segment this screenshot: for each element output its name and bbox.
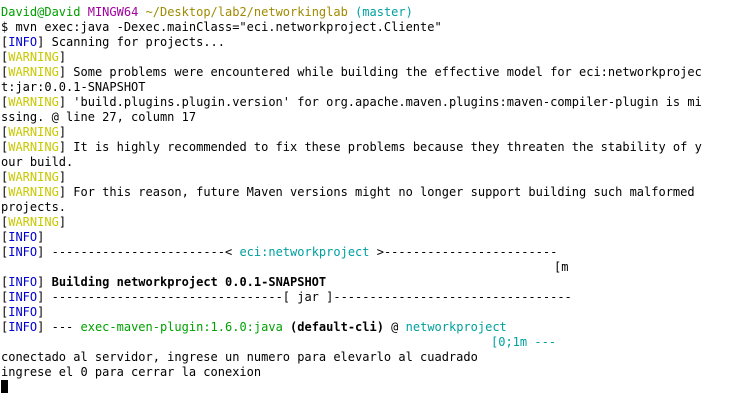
- prompt-system: MINGW64: [87, 5, 139, 19]
- warning-tag: WARNING: [8, 125, 59, 139]
- plugin-name: exec-maven-plugin:1.6.0:java: [80, 320, 283, 334]
- log-line: [INFO] --- exec-maven-plugin:1.6.0:java …: [1, 320, 507, 334]
- warning-tag: WARNING: [8, 50, 59, 64]
- escape-tail-text: [0;1m ---: [491, 335, 557, 349]
- log-line: [WARNING]: [1, 125, 67, 139]
- info-tag: INFO: [8, 245, 38, 259]
- log-line: [INFO] Scanning for projects...: [1, 35, 225, 49]
- command-line: $ mvn exec:java -Dexec.mainClass="eci.ne…: [1, 20, 442, 34]
- output-line: conectado al servidor, ingrese un numero…: [1, 350, 478, 364]
- log-line: [INFO] ------------------------< eci:net…: [1, 245, 558, 259]
- log-line: [INFO] --------------------------------[…: [1, 290, 572, 304]
- log-line: projects.: [1, 200, 67, 214]
- project-name: eci:networkproject: [239, 245, 370, 259]
- log-line: [WARNING] It is highly recommended to fi…: [1, 140, 702, 154]
- log-text: For this reason, future Maven versions m…: [66, 185, 695, 199]
- log-text: It is highly recommended to fix these pr…: [66, 140, 702, 154]
- info-tag: INFO: [8, 290, 38, 304]
- separator-left: ------------------------<: [44, 245, 240, 259]
- plugin-execution: (default-cli): [282, 320, 384, 334]
- info-tag: INFO: [8, 35, 38, 49]
- warning-tag: WARNING: [8, 170, 59, 184]
- log-line: [INFO]: [1, 230, 45, 244]
- log-text: Scanning for projects...: [44, 35, 225, 49]
- terminal-window[interactable]: David@David MINGW64 ~/Desktop/lab2/netwo…: [0, 0, 735, 410]
- log-line: [WARNING]: [1, 215, 67, 229]
- warning-tag: WARNING: [8, 140, 59, 154]
- log-text: 'build.plugins.plugin.version' for org.a…: [66, 95, 702, 109]
- log-text: Some problems were encountered while bui…: [66, 65, 702, 79]
- info-tag: INFO: [8, 305, 38, 319]
- warning-tag: WARNING: [8, 215, 59, 229]
- warning-tag: WARNING: [8, 185, 59, 199]
- plugin-project: networkproject: [405, 320, 507, 334]
- log-line: [WARNING]: [1, 50, 67, 64]
- building-text: Building networkproject 0.0.1-SNAPSHOT: [44, 275, 327, 289]
- log-line: [WARNING] 'build.plugins.plugin.version'…: [1, 95, 702, 109]
- info-tag: INFO: [8, 275, 38, 289]
- plugin-at: @: [383, 320, 406, 334]
- info-tag: INFO: [8, 230, 38, 244]
- prompt-branch: (master): [355, 5, 413, 19]
- output-line: ingrese el 0 para cerrar la conexion: [1, 365, 262, 379]
- log-line: [WARNING] Some problems were encountered…: [1, 65, 702, 79]
- log-line: [INFO] Building networkproject 0.0.1-SNA…: [1, 275, 327, 289]
- prompt-line: David@David MINGW64 ~/Desktop/lab2/netwo…: [1, 5, 735, 20]
- input-line[interactable]: [1, 380, 735, 395]
- text-cursor[interactable]: [1, 380, 8, 393]
- log-line: [WARNING] For this reason, future Maven …: [1, 185, 695, 199]
- info-tag: INFO: [8, 320, 38, 334]
- log-line: [WARNING]: [1, 170, 67, 184]
- log-line: ssing. @ line 27, column 17: [1, 110, 197, 124]
- jar-separator: --------------------------------[ jar ]-…: [44, 290, 572, 304]
- escape-sequence: [m: [554, 260, 569, 274]
- plugin-dash: ---: [44, 320, 81, 334]
- warning-tag: WARNING: [8, 95, 59, 109]
- separator-right: >------------------------: [369, 245, 558, 259]
- prompt-path: ~/Desktop/lab2/networkinglab: [145, 5, 348, 19]
- prompt-user-host: David@David: [1, 5, 81, 19]
- escape-tail: [0;1m ---: [1, 335, 735, 350]
- log-line: [INFO]: [1, 305, 45, 319]
- log-line: t:jar:0.0.1-SNAPSHOT: [1, 80, 146, 94]
- log-line: our build.: [1, 155, 74, 169]
- warning-tag: WARNING: [8, 65, 59, 79]
